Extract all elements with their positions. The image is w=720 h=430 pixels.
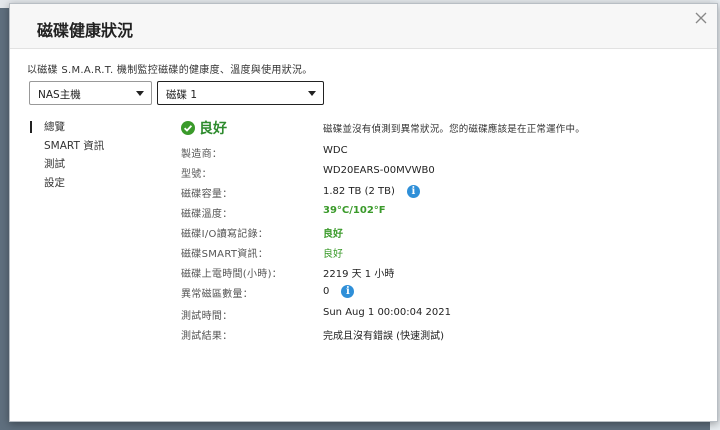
detail-row-io-log: 磁碟I/O讀寫記錄： 良好 bbox=[181, 225, 701, 245]
health-status: 良好 bbox=[181, 118, 227, 138]
detail-label: 磁碟上電時間(小時)： bbox=[181, 269, 283, 280]
detail-row-capacity: 磁碟容量： 1.82 TB (2 TB) i bbox=[181, 185, 701, 205]
detail-row-temperature: 磁碟溫度： 39°C/102°F bbox=[181, 205, 701, 225]
info-icon[interactable]: i bbox=[341, 285, 355, 298]
detail-value: 良好 bbox=[323, 229, 343, 240]
detail-value: 良好 bbox=[323, 249, 343, 260]
detail-value: Sun Aug 1 00:00:04 2021 bbox=[323, 307, 451, 318]
close-icon bbox=[695, 12, 707, 24]
detail-row-bad-sectors: 異常磁區數量： 0 i bbox=[181, 285, 701, 305]
nav-item-settings[interactable]: 設定 bbox=[29, 174, 159, 193]
detail-label: 磁碟溫度： bbox=[181, 209, 233, 220]
detail-value: 1.82 TB (2 TB) bbox=[323, 186, 395, 197]
detail-label: 磁碟SMART資訊： bbox=[181, 249, 269, 260]
detail-row-manufacturer: 製造商： WDC bbox=[181, 145, 701, 165]
detail-label: 異常磁區數量： bbox=[181, 289, 254, 300]
detail-label: 磁碟容量： bbox=[181, 189, 233, 200]
nav-item-overview[interactable]: 總覽 bbox=[29, 118, 159, 137]
disk-select-value: 磁碟 1 bbox=[166, 89, 198, 101]
detail-label: 製造商： bbox=[181, 149, 223, 160]
disk-select[interactable]: 磁碟 1 bbox=[157, 81, 324, 105]
chevron-down-icon bbox=[136, 91, 144, 96]
detail-row-test-time: 測試時間： Sun Aug 1 00:00:04 2021 bbox=[181, 307, 701, 327]
detail-label: 型號： bbox=[181, 169, 212, 180]
detail-row-model: 型號： WD20EARS-00MVWB0 bbox=[181, 165, 701, 185]
detail-value: 完成且沒有錯誤 (快速測試) bbox=[323, 331, 444, 342]
detail-value: 39°C/102°F bbox=[323, 205, 386, 216]
detail-value: 2219 天 1 小時 bbox=[323, 269, 395, 280]
detail-label: 磁碟I/O讀寫記錄： bbox=[181, 229, 269, 240]
check-circle-icon bbox=[181, 121, 195, 135]
detail-value: WD20EARS-00MVWB0 bbox=[323, 165, 435, 176]
detail-label: 測試結果： bbox=[181, 331, 233, 342]
dialog-header: 磁碟健康狀況 bbox=[10, 4, 717, 49]
dialog-nav: 總覽 SMART 資訊 測試 設定 bbox=[29, 118, 159, 192]
status-message: 磁碟並沒有偵測到異常狀況。您的磁碟應該是在正常運作中。 bbox=[323, 124, 585, 135]
nav-item-test[interactable]: 測試 bbox=[29, 155, 159, 174]
detail-value-wrap: 0 i bbox=[323, 285, 355, 298]
dialog-description: 以磁碟 S.M.A.R.T. 機制監控磁碟的健康度、溫度與使用狀況。 bbox=[27, 65, 313, 76]
nav-item-smart-info[interactable]: SMART 資訊 bbox=[29, 137, 159, 156]
close-button[interactable] bbox=[693, 10, 709, 26]
chevron-down-icon bbox=[308, 91, 316, 96]
detail-label: 測試時間： bbox=[181, 311, 233, 322]
detail-row-power-on-time: 磁碟上電時間(小時)： 2219 天 1 小時 bbox=[181, 265, 701, 285]
info-icon[interactable]: i bbox=[406, 185, 420, 198]
detail-value: WDC bbox=[323, 145, 348, 156]
device-select[interactable]: NAS主機 bbox=[29, 81, 152, 105]
detail-value-wrap: 1.82 TB (2 TB) i bbox=[323, 185, 420, 198]
status-text: 良好 bbox=[199, 121, 227, 137]
device-select-value: NAS主機 bbox=[38, 89, 81, 101]
detail-row-smart-info: 磁碟SMART資訊： 良好 bbox=[181, 245, 701, 265]
detail-value: 0 bbox=[323, 286, 330, 297]
detail-row-test-result: 測試結果： 完成且沒有錯誤 (快速測試) bbox=[181, 327, 701, 347]
dialog-title: 磁碟健康狀況 bbox=[37, 21, 134, 40]
